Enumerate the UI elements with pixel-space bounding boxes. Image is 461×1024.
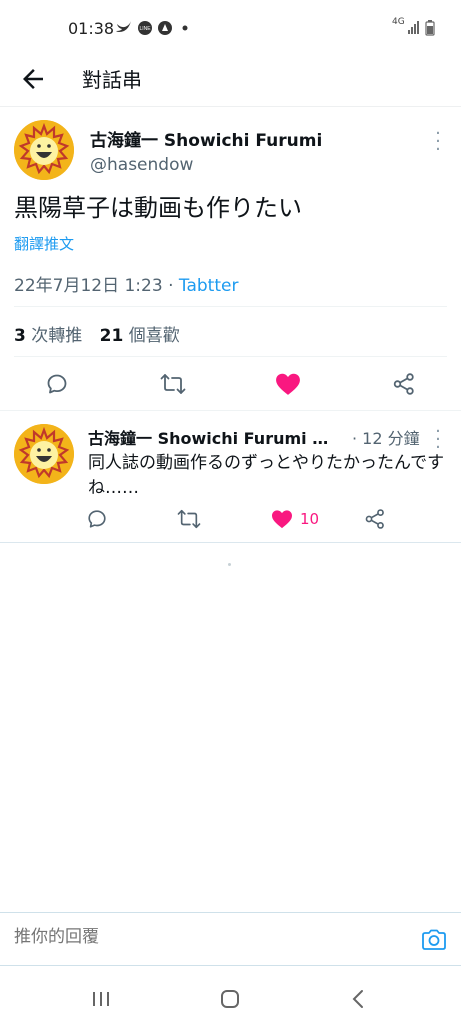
home-icon[interactable]: [220, 989, 240, 1009]
divider: [14, 306, 447, 307]
reply-like-count: 10: [300, 510, 320, 528]
line-icon: LINE: [138, 21, 152, 35]
tweet-stats: 3 次轉推 21 個喜歡: [14, 321, 180, 346]
status-app-icons: LINE: [116, 21, 188, 35]
like-count: 21: [99, 326, 124, 346]
divider: [0, 410, 461, 411]
network-type: 4G: [392, 17, 405, 27]
recent-apps-icon[interactable]: [91, 990, 111, 1008]
signal-battery-icons: [408, 20, 435, 36]
reply-share-icon[interactable]: [364, 508, 386, 530]
twitter-icon: [116, 21, 131, 32]
system-nav-bar: [0, 970, 461, 1024]
status-time: 01:38: [68, 19, 115, 38]
translate-link[interactable]: 翻譯推文: [14, 233, 74, 254]
reply-composer: [0, 912, 461, 966]
source-app-link[interactable]: Tabtter: [179, 276, 239, 296]
signal-icon: [408, 21, 419, 34]
camera-icon[interactable]: [421, 929, 447, 951]
like-icon[interactable]: [275, 372, 301, 396]
back-icon[interactable]: [350, 989, 366, 1009]
avatar[interactable]: [14, 120, 74, 180]
top-header: 對話串: [0, 58, 461, 107]
retweet-label: 次轉推: [25, 326, 83, 346]
reply-reply-icon[interactable]: [86, 508, 108, 530]
reply-retweet-icon[interactable]: [177, 508, 201, 530]
page-title: 對話串: [82, 68, 142, 92]
reply-time: · 12 分鐘: [352, 429, 420, 448]
share-icon[interactable]: [392, 372, 416, 396]
meta-separator: ·: [162, 276, 179, 296]
more-options-icon[interactable]: · · ·: [432, 125, 444, 159]
notification-dot-icon: [182, 25, 188, 31]
tweet-meta: 22年7月12日 1:23 · Tabtter: [14, 271, 238, 296]
status-bar: 01:38 LINE 4G: [0, 0, 461, 58]
divider: [0, 542, 461, 543]
tweet-text: 黒陽草子は動画も作りたい: [14, 194, 302, 222]
reply-like-icon[interactable]: [271, 509, 293, 529]
reply-icon[interactable]: [45, 372, 69, 396]
svg-text:LINE: LINE: [139, 26, 151, 32]
author-handle[interactable]: @hasendow: [90, 155, 193, 175]
avatar-face-icon: [14, 120, 74, 180]
reply-avatar[interactable]: [14, 424, 74, 484]
like-stat[interactable]: 21 個喜歡: [100, 326, 180, 346]
like-label: 個喜歡: [123, 326, 180, 346]
reply-author-name[interactable]: 古海鐘一 Showichi Furumi …: [88, 425, 328, 449]
reply-more-options-icon[interactable]: · · ·: [432, 423, 444, 457]
timestamp: 22年7月12日 1:23: [14, 276, 163, 296]
scroll-indicator: [228, 563, 231, 566]
retweet-icon[interactable]: [160, 372, 186, 396]
battery-icon: [425, 20, 435, 36]
author-name[interactable]: 古海鐘一 Showichi Furumi: [90, 126, 322, 151]
avatar-face-icon: [14, 424, 74, 484]
divider: [14, 356, 447, 357]
app-icon: [158, 21, 172, 35]
reply-input[interactable]: [14, 927, 394, 947]
retweet-stat[interactable]: 3 次轉推: [14, 326, 82, 346]
retweet-count: 3: [14, 326, 26, 346]
arrow-left-icon[interactable]: [18, 64, 48, 94]
reply-text: 同人誌の動画作るのずっとやりたかったんですね……: [88, 453, 445, 498]
